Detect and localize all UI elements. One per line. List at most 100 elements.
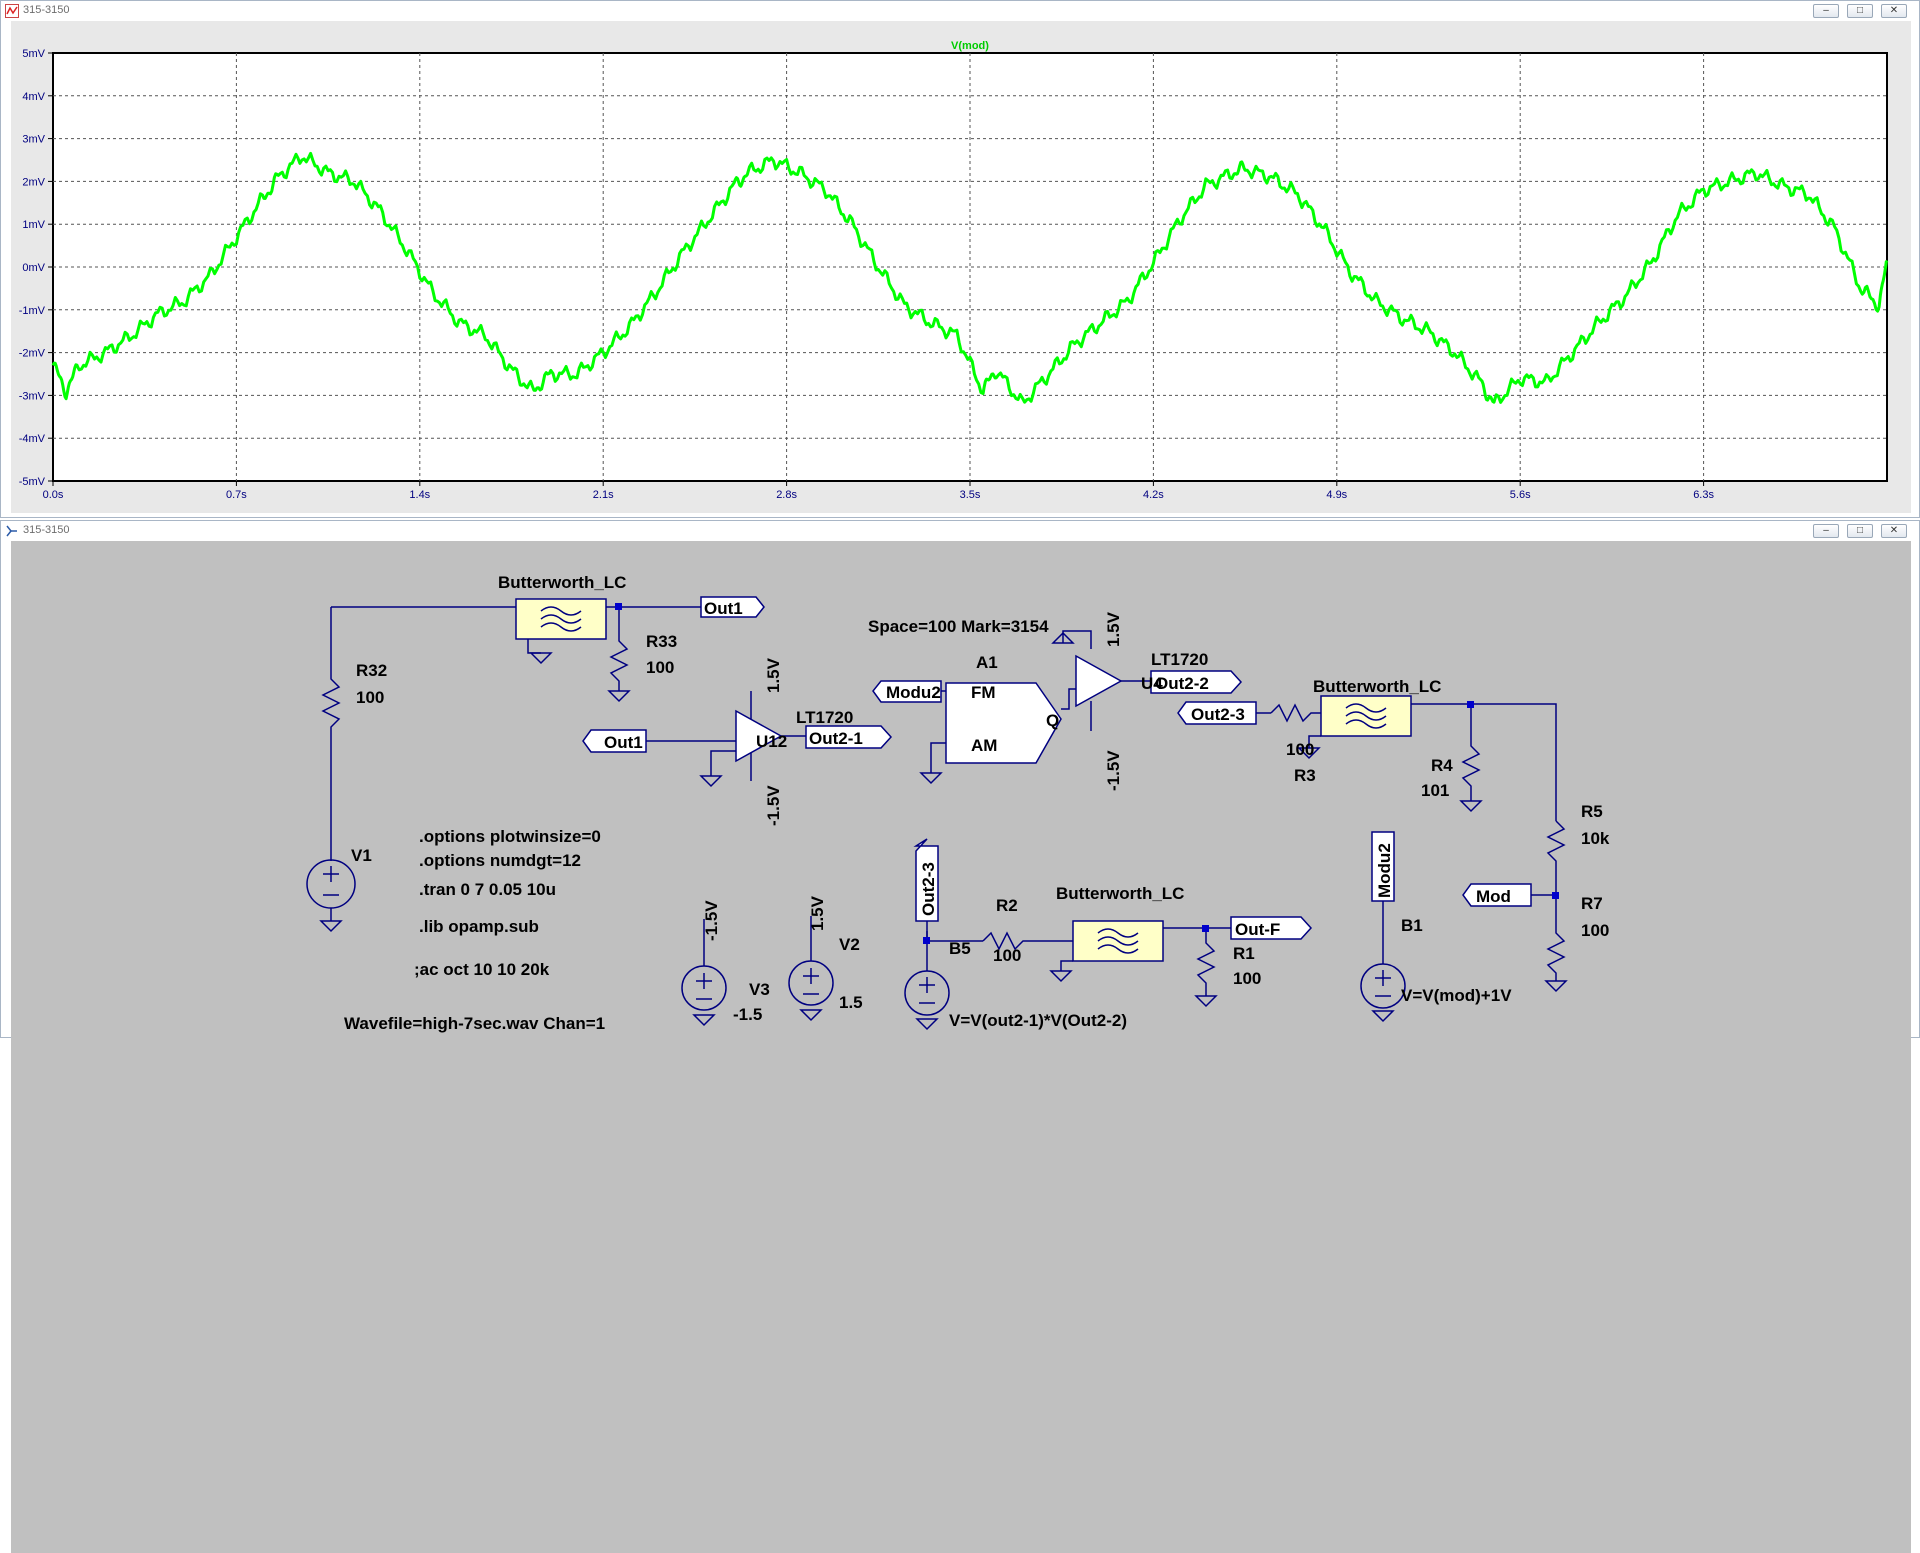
u12-vminus: -1.5V <box>764 785 783 826</box>
v2-name: V2 <box>839 935 860 954</box>
r3-value: 100 <box>1286 740 1314 759</box>
directive-ac: ;ac oct 10 10 20k <box>414 960 550 979</box>
butterworth-3-label: Butterworth_LC <box>1056 884 1184 903</box>
close-button[interactable]: ✕ <box>1881 4 1907 18</box>
u4-opamp <box>1075 654 1123 708</box>
net-mod-label: Mod <box>1476 887 1511 906</box>
r5-name: R5 <box>1581 802 1603 821</box>
y-tick-label: 0mV <box>22 262 45 274</box>
u12-vplus: 1.5V <box>764 657 783 693</box>
schematic-window-titlebar[interactable]: 315-3150 – □ ✕ <box>1 521 1919 541</box>
net-out2-3-vertical-label: Out2-3 <box>919 862 938 916</box>
r4-value: 101 <box>1421 781 1449 800</box>
a1-q: Q <box>1046 711 1059 730</box>
y-tick-label: -3mV <box>19 390 46 402</box>
maximize-button[interactable]: □ <box>1847 524 1873 538</box>
u4-vplus: 1.5V <box>1104 611 1123 647</box>
schematic-window[interactable]: 315-3150 – □ ✕ Butterworth_LC R32 100 R3… <box>0 520 1920 1553</box>
r2-name: R2 <box>996 896 1018 915</box>
r32-name: R32 <box>356 661 387 680</box>
x-tick-label: 1.4s <box>409 489 430 501</box>
r4-name: R4 <box>1431 756 1453 775</box>
schematic-canvas[interactable]: Butterworth_LC R32 100 R33 100 V1 LT1720… <box>11 541 1911 1553</box>
butterworth-filter-3[interactable] <box>1072 920 1164 962</box>
modulator-params: Space=100 Mark=3154 <box>868 617 1049 636</box>
y-tick-label: 3mV <box>22 134 45 146</box>
r7-value: 100 <box>1581 921 1609 940</box>
minimize-button[interactable]: – <box>1813 4 1839 18</box>
r7-name: R7 <box>1581 894 1603 913</box>
plot-window-titlebar[interactable]: 315-3150 – □ ✕ <box>1 1 1919 21</box>
x-tick-label: 0.0s <box>43 489 64 501</box>
a1-fm: FM <box>971 683 996 702</box>
b5-expression: V=V(out2-1)*V(Out2-2) <box>949 1011 1127 1030</box>
r3-resistor <box>1270 703 1321 723</box>
r4-resistor <box>1461 704 1481 801</box>
butterworth-filter-2[interactable] <box>1320 695 1412 737</box>
u4-model: LT1720 <box>1151 650 1208 669</box>
chart-title: V(mod) <box>951 40 989 52</box>
x-tick-label: 2.1s <box>593 489 614 501</box>
u12-model: LT1720 <box>796 708 853 727</box>
schematic-icon <box>6 525 17 537</box>
b1-expression: V=V(mod)+1V <box>1401 986 1512 1005</box>
r1-name: R1 <box>1233 944 1255 963</box>
butterworth-filter-1[interactable] <box>515 598 607 640</box>
net-out2-3-left-label: Out2-3 <box>1191 705 1245 724</box>
x-tick-label: 3.5s <box>960 489 981 501</box>
net-out1-top-label: Out1 <box>704 599 743 618</box>
x-tick-label: 5.6s <box>1510 489 1531 501</box>
v3-top-label: -1.5V <box>702 900 721 941</box>
r33-value: 100 <box>646 658 674 677</box>
close-button[interactable]: ✕ <box>1881 524 1907 538</box>
net-out-f-label: Out-F <box>1235 920 1280 939</box>
a1-modulator <box>945 682 1062 764</box>
u12-name: U12 <box>756 732 787 751</box>
waveform-icon <box>5 4 19 18</box>
y-tick-label: 1mV <box>22 219 45 231</box>
r32-value: 100 <box>356 688 384 707</box>
v1-name: V1 <box>351 846 372 865</box>
b1-name: B1 <box>1401 916 1423 935</box>
butterworth-1-label: Butterworth_LC <box>498 573 626 592</box>
y-tick-label: 5mV <box>22 48 45 60</box>
v3-name: V3 <box>749 980 770 999</box>
r33-name: R33 <box>646 632 677 651</box>
r7-resistor <box>1546 895 1566 981</box>
y-tick-label: -5mV <box>19 476 46 488</box>
v2-top-label: 1.5V <box>808 895 827 931</box>
x-tick-label: 6.3s <box>1693 489 1714 501</box>
a1-am: AM <box>971 736 997 755</box>
plot-window[interactable]: 315-3150 – □ ✕ 0.0s 0.7s 1.4s 2.1s 2.8s 3.5s 4… <box>0 0 1920 518</box>
schematic-window-title: 315-3150 <box>23 524 70 536</box>
maximize-button[interactable]: □ <box>1847 4 1873 18</box>
a1-name: A1 <box>976 653 998 672</box>
directive-plotwinsize: .options plotwinsize=0 <box>419 827 601 846</box>
directive-lib: .lib opamp.sub <box>419 917 539 936</box>
wavefile-label: Wavefile=high-7sec.wav Chan=1 <box>344 1014 605 1033</box>
schematic-svg[interactable]: Butterworth_LC R32 100 R33 100 V1 LT1720… <box>11 541 1911 1033</box>
r5-value: 10k <box>1581 829 1610 848</box>
y-tick-label: 4mV <box>22 91 45 103</box>
net-modu2-left-label: Modu2 <box>886 683 941 702</box>
y-tick-label: -1mV <box>19 305 46 317</box>
net-out1-left-label: Out1 <box>604 733 643 752</box>
v3-value: -1.5 <box>733 1005 762 1024</box>
r2-value: 100 <box>993 946 1021 965</box>
r32-resistor <box>321 607 341 861</box>
net-out2-1-label: Out2-1 <box>809 729 863 748</box>
net-modu2-vertical-label: Modu2 <box>1375 843 1394 898</box>
plot-frame <box>52 52 1888 482</box>
directive-tran: .tran 0 7 0.05 10u <box>419 880 556 899</box>
plot-area[interactable]: 0.0s 0.7s 1.4s 2.1s 2.8s 3.5s 4.2s 4.9s 5.6s 6.3s… <box>11 21 1911 513</box>
u4-vminus: -1.5V <box>1104 750 1123 791</box>
y-tick-label: 2mV <box>22 176 45 188</box>
r1-resistor <box>1196 928 1216 996</box>
waveform-chart[interactable]: 0.0s 0.7s 1.4s 2.1s 2.8s 3.5s 4.2s 4.9s 5.6s 6.3s… <box>11 21 1911 513</box>
butterworth-2-label: Butterworth_LC <box>1313 677 1441 696</box>
b5-name: B5 <box>949 939 971 958</box>
v2-value: 1.5 <box>839 993 863 1012</box>
r3-name: R3 <box>1294 766 1316 785</box>
minimize-button[interactable]: – <box>1813 524 1839 538</box>
net-out2-2-label: Out2-2 <box>1155 674 1209 693</box>
